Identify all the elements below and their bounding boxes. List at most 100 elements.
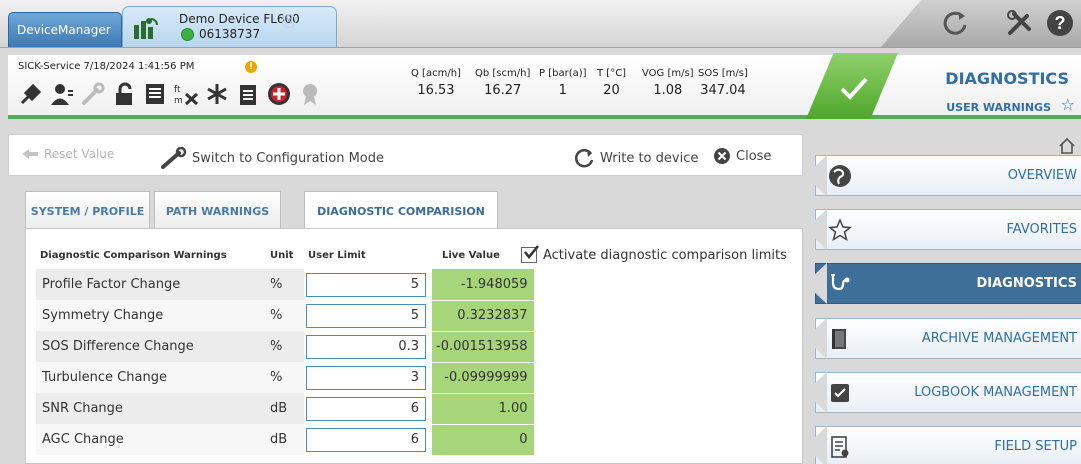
write-to-device-button[interactable]: Write to device <box>573 147 698 169</box>
status-header: SICK-Service 7/18/2024 1:41:56 PM ! ft m … <box>8 53 1081 119</box>
nav-item-logbook-management[interactable]: LOGBOOK MANAGEMENT <box>805 372 1081 413</box>
live-value: 0 <box>432 424 534 456</box>
sync-icon <box>574 149 594 168</box>
table-row: Profile Factor Change % 5 -1.948059 <box>36 269 534 301</box>
logbook-icon <box>831 384 849 402</box>
live-value: 1.00 <box>432 393 534 425</box>
user-limit-input[interactable]: 5 <box>306 272 426 297</box>
measurement-p: P [bar(a)] 1 <box>539 68 587 98</box>
measurement-q: Q [acm/h] 16.53 <box>411 68 461 98</box>
lock-icon[interactable] <box>111 81 137 107</box>
warning-icon[interactable]: ! <box>245 61 257 73</box>
tab-system-profile[interactable]: SYSTEM / PROFILE <box>25 191 150 228</box>
favorite-star-icon[interactable]: ☆ <box>1061 95 1075 114</box>
nav-label: ARCHIVE MANAGEMENT <box>921 331 1077 346</box>
svg-text:m: m <box>174 96 183 106</box>
live-value: -0.09999999 <box>432 362 534 394</box>
warning-name: Turbulence Change <box>36 362 266 393</box>
snowflake-icon[interactable] <box>204 81 230 107</box>
column-header-name: Diagnostic Comparison Warnings <box>40 249 227 261</box>
nav-notch <box>805 209 827 250</box>
user-limit-input[interactable]: 5 <box>306 303 426 328</box>
home-icon[interactable] <box>1058 137 1076 155</box>
user-limit-input[interactable]: 0.3 <box>306 334 426 359</box>
tools-icon[interactable] <box>1005 8 1035 38</box>
warning-name: SOS Difference Change <box>36 331 266 362</box>
close-tab-icon[interactable]: × <box>282 14 296 28</box>
unit-conversion-icon[interactable]: ft m <box>173 81 199 107</box>
measurement-t: T [°C] 20 <box>597 68 627 98</box>
diagnostic-comparison-panel: Diagnostic Comparison Warnings Unit User… <box>25 228 803 464</box>
plug-icon[interactable] <box>18 81 44 107</box>
warning-name: SNR Change <box>36 393 266 424</box>
svg-text:ft: ft <box>174 85 181 95</box>
nav-label: FIELD SETUP <box>994 439 1077 454</box>
status-icon-row: ft m <box>18 79 323 109</box>
page-subtitle: USER WARNINGS <box>946 101 1051 114</box>
checklist-icon <box>831 436 849 458</box>
nav-item-overview[interactable]: OVERVIEW <box>805 155 1081 196</box>
nav-notch <box>805 372 827 413</box>
table-row: AGC Change dB 6 0 <box>36 424 534 456</box>
page-title: DIAGNOSTICS <box>945 69 1069 88</box>
warning-unit: dB <box>266 393 304 424</box>
warning-name: Profile Factor Change <box>36 269 266 300</box>
clipboard-icon[interactable] <box>235 81 261 107</box>
column-header-user-limit: User Limit <box>308 249 366 261</box>
refresh-icon[interactable] <box>940 8 970 38</box>
document-icon[interactable] <box>142 81 168 107</box>
close-circle-icon <box>714 148 730 164</box>
user-limit-input[interactable]: 6 <box>306 427 426 452</box>
warning-unit: % <box>266 269 304 300</box>
nav-label: LOGBOOK MANAGEMENT <box>914 385 1077 400</box>
nav-item-field-setup[interactable]: FIELD SETUP <box>805 426 1081 464</box>
nav-item-diagnostics[interactable]: DIAGNOSTICS <box>805 263 1081 304</box>
table-header-row: Diagnostic Comparison Warnings Unit User… <box>36 241 534 269</box>
table-row: SNR Change dB 6 1.00 <box>36 393 534 425</box>
wrench-icon[interactable] <box>80 81 106 107</box>
book-icon <box>832 329 846 349</box>
device-serial: 06138737 <box>199 27 261 41</box>
tab-path-warnings[interactable]: PATH WARNINGS <box>154 191 281 228</box>
certificate-icon[interactable] <box>297 81 323 107</box>
measurement-sos: SOS [m/s] 347.04 <box>698 68 748 98</box>
nav-notch <box>805 318 827 359</box>
device-manager-tab[interactable]: DeviceManager <box>8 12 122 47</box>
device-tab[interactable]: Demo Device FL600 06138737 × <box>122 6 337 47</box>
live-value: -1.948059 <box>432 269 534 301</box>
help-icon[interactable]: ? <box>1045 8 1075 38</box>
user-icon[interactable] <box>49 81 75 107</box>
checkmark-icon <box>524 245 539 259</box>
svg-text:?: ? <box>1055 13 1066 33</box>
user-limit-input[interactable]: 6 <box>306 396 426 421</box>
nav-item-favorites[interactable]: FAVORITES <box>805 209 1081 250</box>
nav-label: OVERVIEW <box>1007 168 1077 183</box>
table-row: Symmetry Change % 5 0.3232837 <box>36 300 534 332</box>
globe-icon <box>829 165 851 187</box>
flow-meter-icon <box>134 18 158 39</box>
nav-notch <box>805 426 827 464</box>
diagnostic-comparison-table: Diagnostic Comparison Warnings Unit User… <box>36 241 534 456</box>
table-row: Turbulence Change % 3 -0.09999999 <box>36 362 534 394</box>
reset-value-button[interactable]: Reset Value <box>21 147 114 161</box>
switch-config-mode-button[interactable]: Switch to Configuration Mode <box>161 147 384 169</box>
checkbox[interactable] <box>521 245 539 263</box>
user-limit-input[interactable]: 3 <box>306 365 426 390</box>
tab-diagnostic-comparision[interactable]: DIAGNOSTIC COMPARISION <box>304 191 498 229</box>
activate-limits-checkbox[interactable]: Activate diagnostic comparison limits <box>521 245 787 263</box>
warning-unit: % <box>266 362 304 393</box>
nav-item-archive-management[interactable]: ARCHIVE MANAGEMENT <box>805 318 1081 359</box>
status-ok-badge <box>806 53 898 119</box>
stethoscope-icon <box>831 274 850 291</box>
action-bar: Reset Value Switch to Configuration Mode… <box>8 134 803 176</box>
close-button[interactable]: Close <box>713 147 771 165</box>
table-row: SOS Difference Change % 0.3 -0.001513958 <box>36 331 534 363</box>
nav-notch <box>805 263 827 304</box>
device-status-indicator <box>181 28 194 41</box>
live-value: 0.3232837 <box>432 300 534 332</box>
medical-cross-icon[interactable] <box>266 81 292 107</box>
activate-limits-label: Activate diagnostic comparison limits <box>543 247 787 263</box>
warning-name: AGC Change <box>36 424 266 455</box>
star-icon <box>828 218 852 242</box>
measurement-vog: VOG [m/s] 1.08 <box>642 68 694 98</box>
